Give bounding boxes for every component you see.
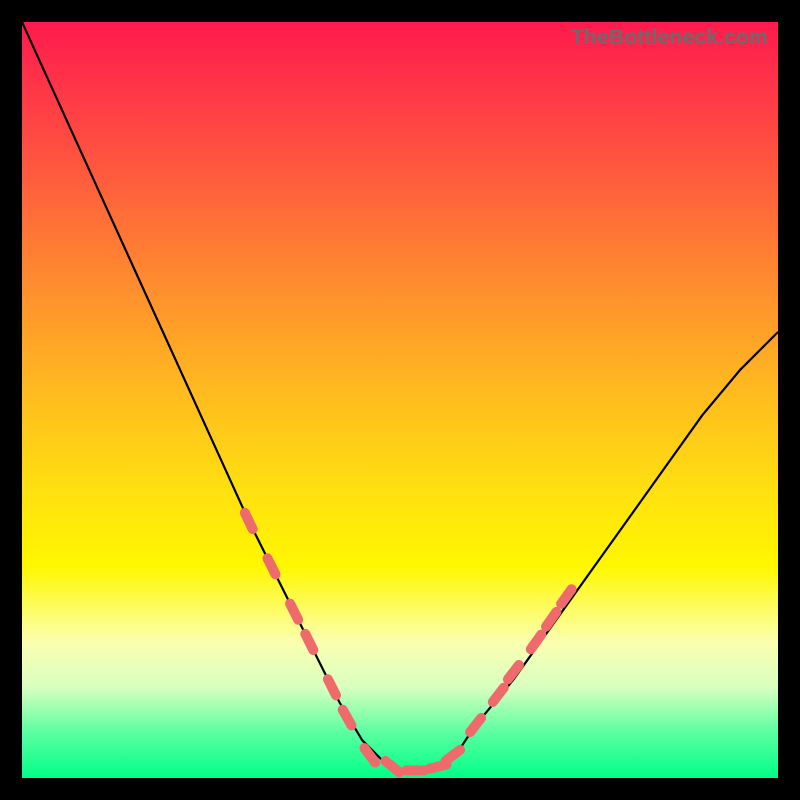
right-dot-4: [531, 635, 542, 650]
left-dot-2: [268, 558, 276, 574]
bottom-dot-2: [385, 761, 399, 772]
right-dot-1: [470, 718, 481, 732]
left-dot-1: [245, 513, 253, 529]
bottom-dot-5: [446, 750, 460, 761]
right-dot-2: [493, 688, 504, 702]
left-dot-4: [305, 634, 313, 650]
left-dot-5: [328, 679, 336, 695]
chart-frame: TheBottleneck.com: [0, 0, 800, 800]
chart-svg: [22, 22, 778, 778]
plot-area: TheBottleneck.com: [22, 22, 778, 778]
marker-group: [245, 513, 572, 773]
bottleneck-curve: [22, 22, 778, 770]
right-dot-5: [546, 612, 556, 627]
right-dot-3: [508, 665, 519, 679]
left-dot-6: [343, 710, 352, 726]
left-dot-3: [290, 604, 298, 620]
